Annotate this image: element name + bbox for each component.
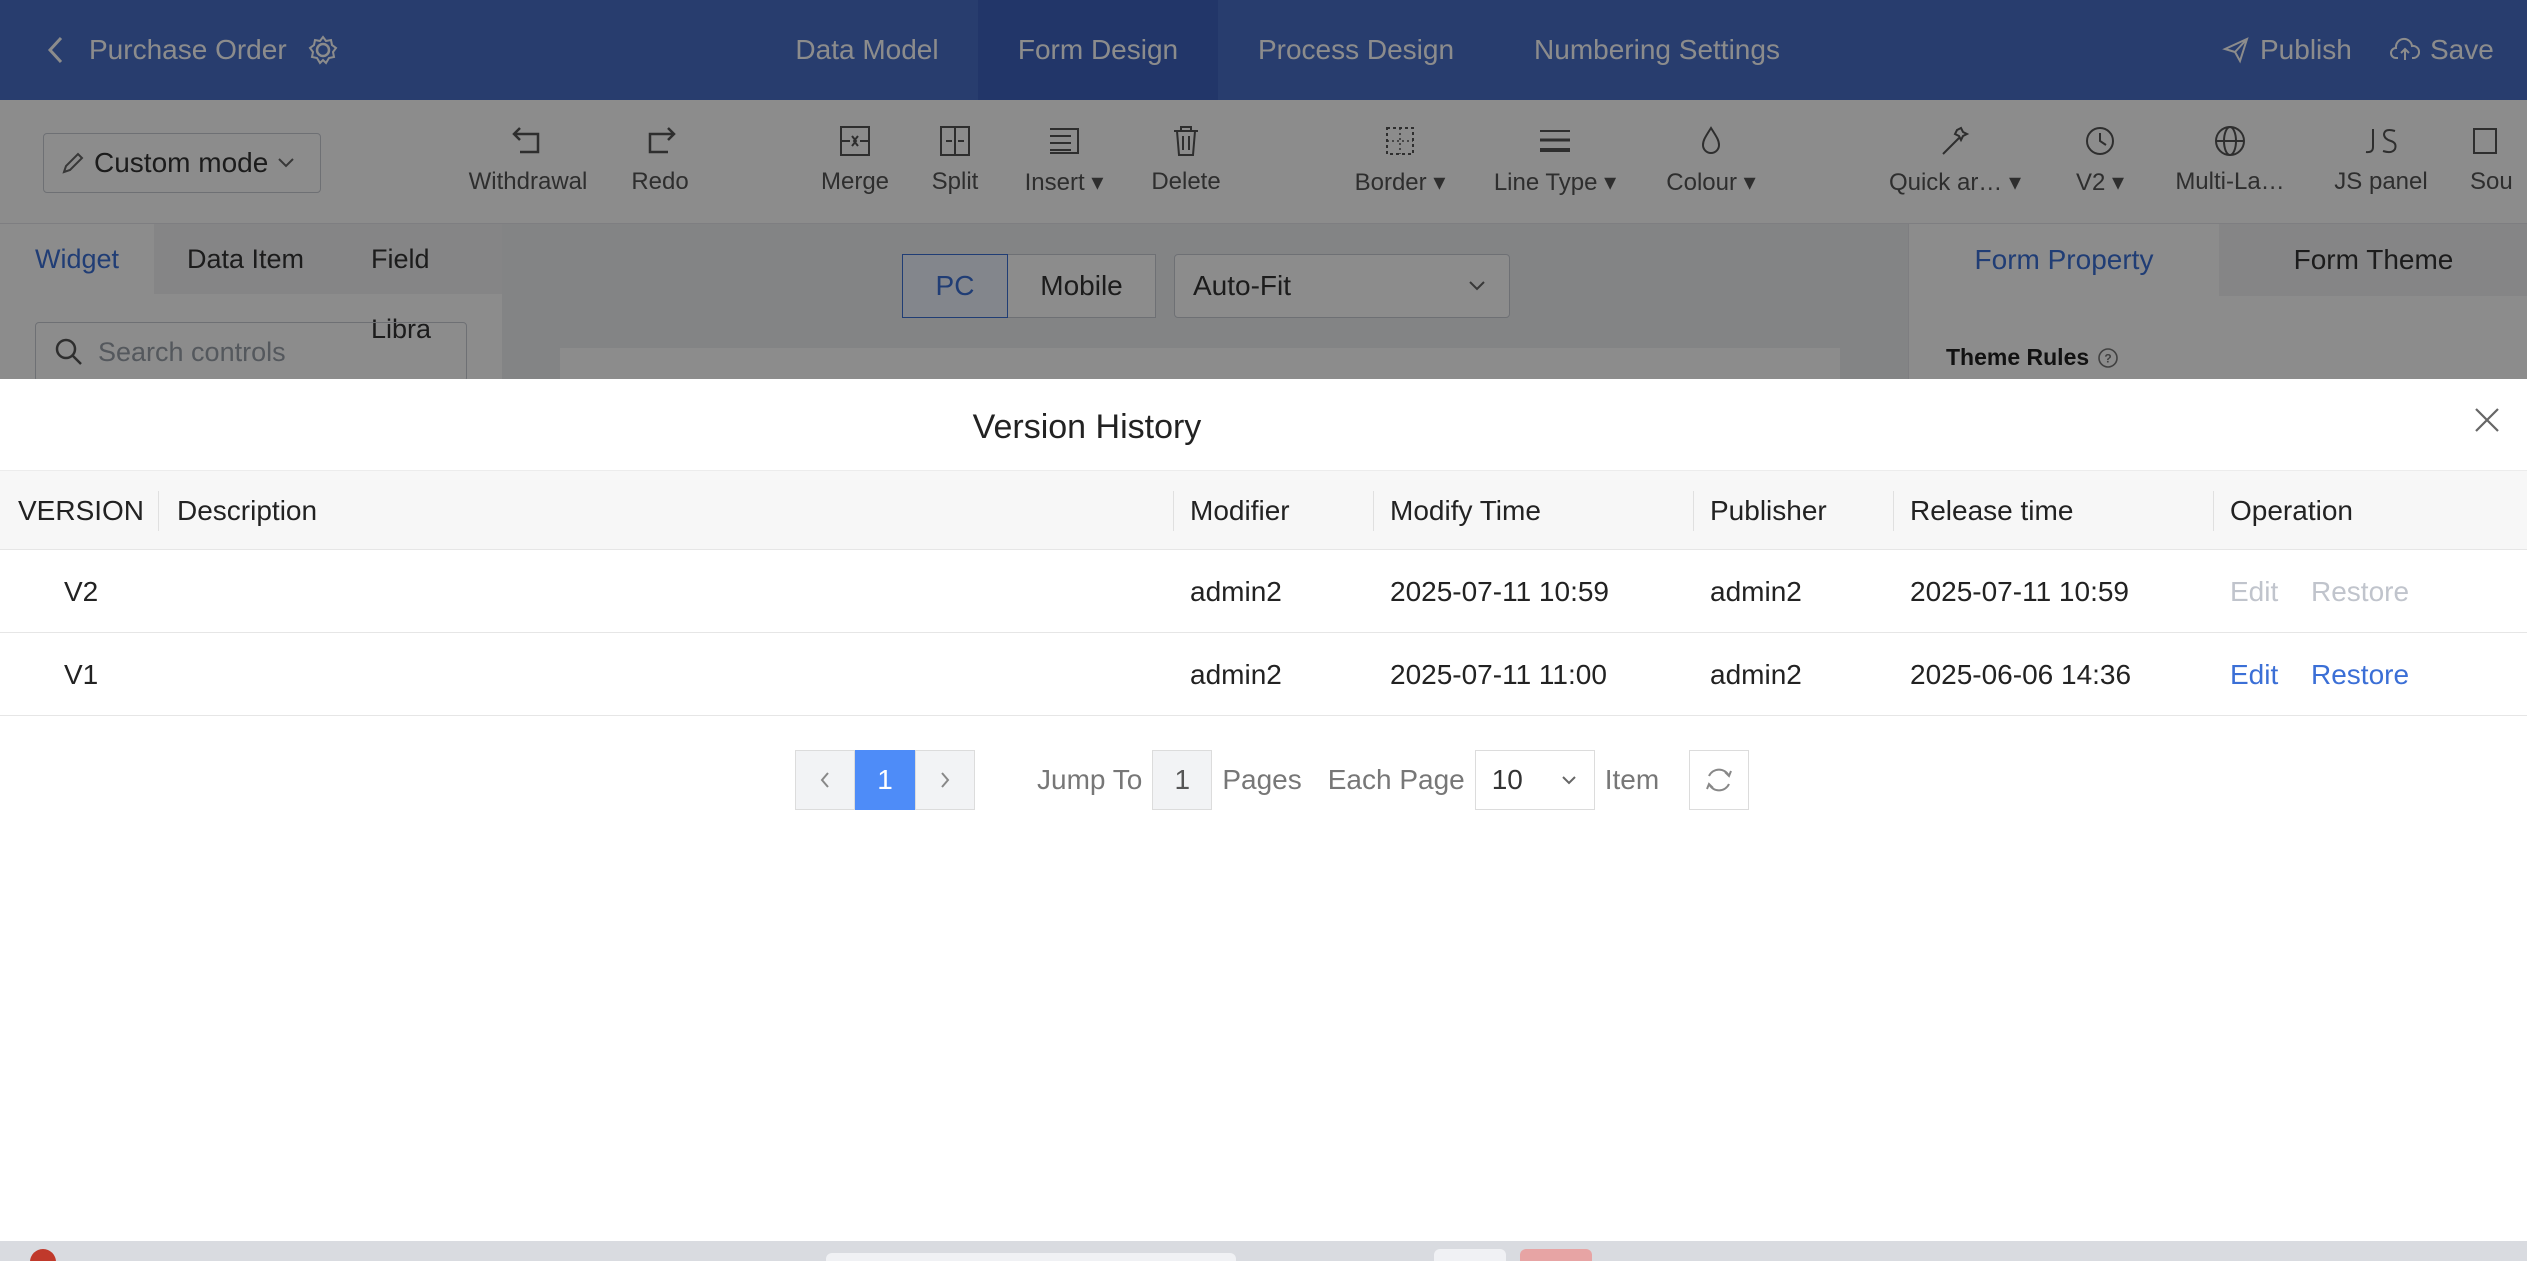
cell-version: V1 <box>64 659 99 690</box>
taskbar-app-icon[interactable] <box>30 1249 56 1261</box>
taskbar <box>0 1241 2527 1261</box>
edit-link-disabled: Edit <box>2230 576 2279 607</box>
cell-modifier: admin2 <box>1190 576 1282 607</box>
chevron-down-icon <box>1562 776 1576 785</box>
column-header: Modify Time <box>1390 495 1541 526</box>
page-size-select[interactable]: 10 <box>1474 750 1595 810</box>
taskbar-item[interactable] <box>826 1253 1236 1261</box>
pages-label: Pages <box>1222 764 1302 795</box>
cell-version: V2 <box>64 576 99 607</box>
jump-to-label: Jump To <box>1037 764 1143 795</box>
taskbar-item[interactable] <box>1434 1249 1506 1261</box>
taskbar-item[interactable] <box>1520 1249 1592 1261</box>
column-divider <box>1893 491 1894 531</box>
cell-publisher: admin2 <box>1710 659 1802 690</box>
jump-page-input[interactable]: 1 <box>1152 750 1213 810</box>
modal-title: Version History <box>972 408 1202 446</box>
column-divider <box>1693 491 1694 531</box>
each-page-label: Each Page <box>1327 764 1465 795</box>
column-header: Description <box>177 495 318 526</box>
cell-modify-time: 2025-07-11 10:59 <box>1390 576 1609 607</box>
column-header: Operation <box>2230 495 2353 526</box>
column-divider <box>1373 491 1374 531</box>
column-header: VERSION <box>18 495 145 526</box>
table-row: V1 admin2 2025-07-11 11:00 admin2 2025-0… <box>0 633 2527 716</box>
next-page-button[interactable] <box>915 750 975 810</box>
column-header: Release time <box>1910 495 2074 526</box>
page-size-value: 10 <box>1491 764 1523 795</box>
version-table: VERSION Description Modifier Modify Time… <box>0 470 2527 716</box>
cell-release-time: 2025-06-06 14:36 <box>1910 659 2132 690</box>
chevron-right-icon <box>941 772 950 788</box>
restore-link[interactable]: Restore <box>2311 633 2409 716</box>
prev-page-button[interactable] <box>795 750 855 810</box>
close-icon[interactable] <box>2470 403 2504 437</box>
table-header: VERSION Description Modifier Modify Time… <box>0 470 2527 550</box>
edit-link[interactable]: Edit <box>2230 633 2278 716</box>
column-header: Publisher <box>1710 495 1827 526</box>
refresh-icon <box>1706 768 1733 792</box>
item-label: Item <box>1604 764 1660 795</box>
cell-release-time: 2025-07-11 10:59 <box>1910 576 2129 607</box>
cell-modifier: admin2 <box>1190 659 1282 690</box>
version-history-modal: Version History VERSION Description Modi… <box>0 379 2527 1241</box>
column-header: Modifier <box>1190 495 1290 526</box>
app-root: Purchase Order Data Model Form Design Pr… <box>0 0 2527 1261</box>
refresh-button[interactable] <box>1689 750 1750 810</box>
pagination: 1 Jump To 1 Pages Each Page 10 Item <box>795 750 1750 810</box>
page-number-button[interactable]: 1 <box>855 750 915 810</box>
cell-modify-time: 2025-07-11 11:00 <box>1390 659 1607 690</box>
column-divider <box>158 491 159 531</box>
column-divider <box>1173 491 1174 531</box>
cell-publisher: admin2 <box>1710 576 1802 607</box>
chevron-left-icon <box>820 772 829 788</box>
column-divider <box>2213 491 2214 531</box>
restore-link-disabled: Restore <box>2311 576 2410 607</box>
table-row: V2 admin2 2025-07-11 10:59 admin2 2025-0… <box>0 550 2527 633</box>
